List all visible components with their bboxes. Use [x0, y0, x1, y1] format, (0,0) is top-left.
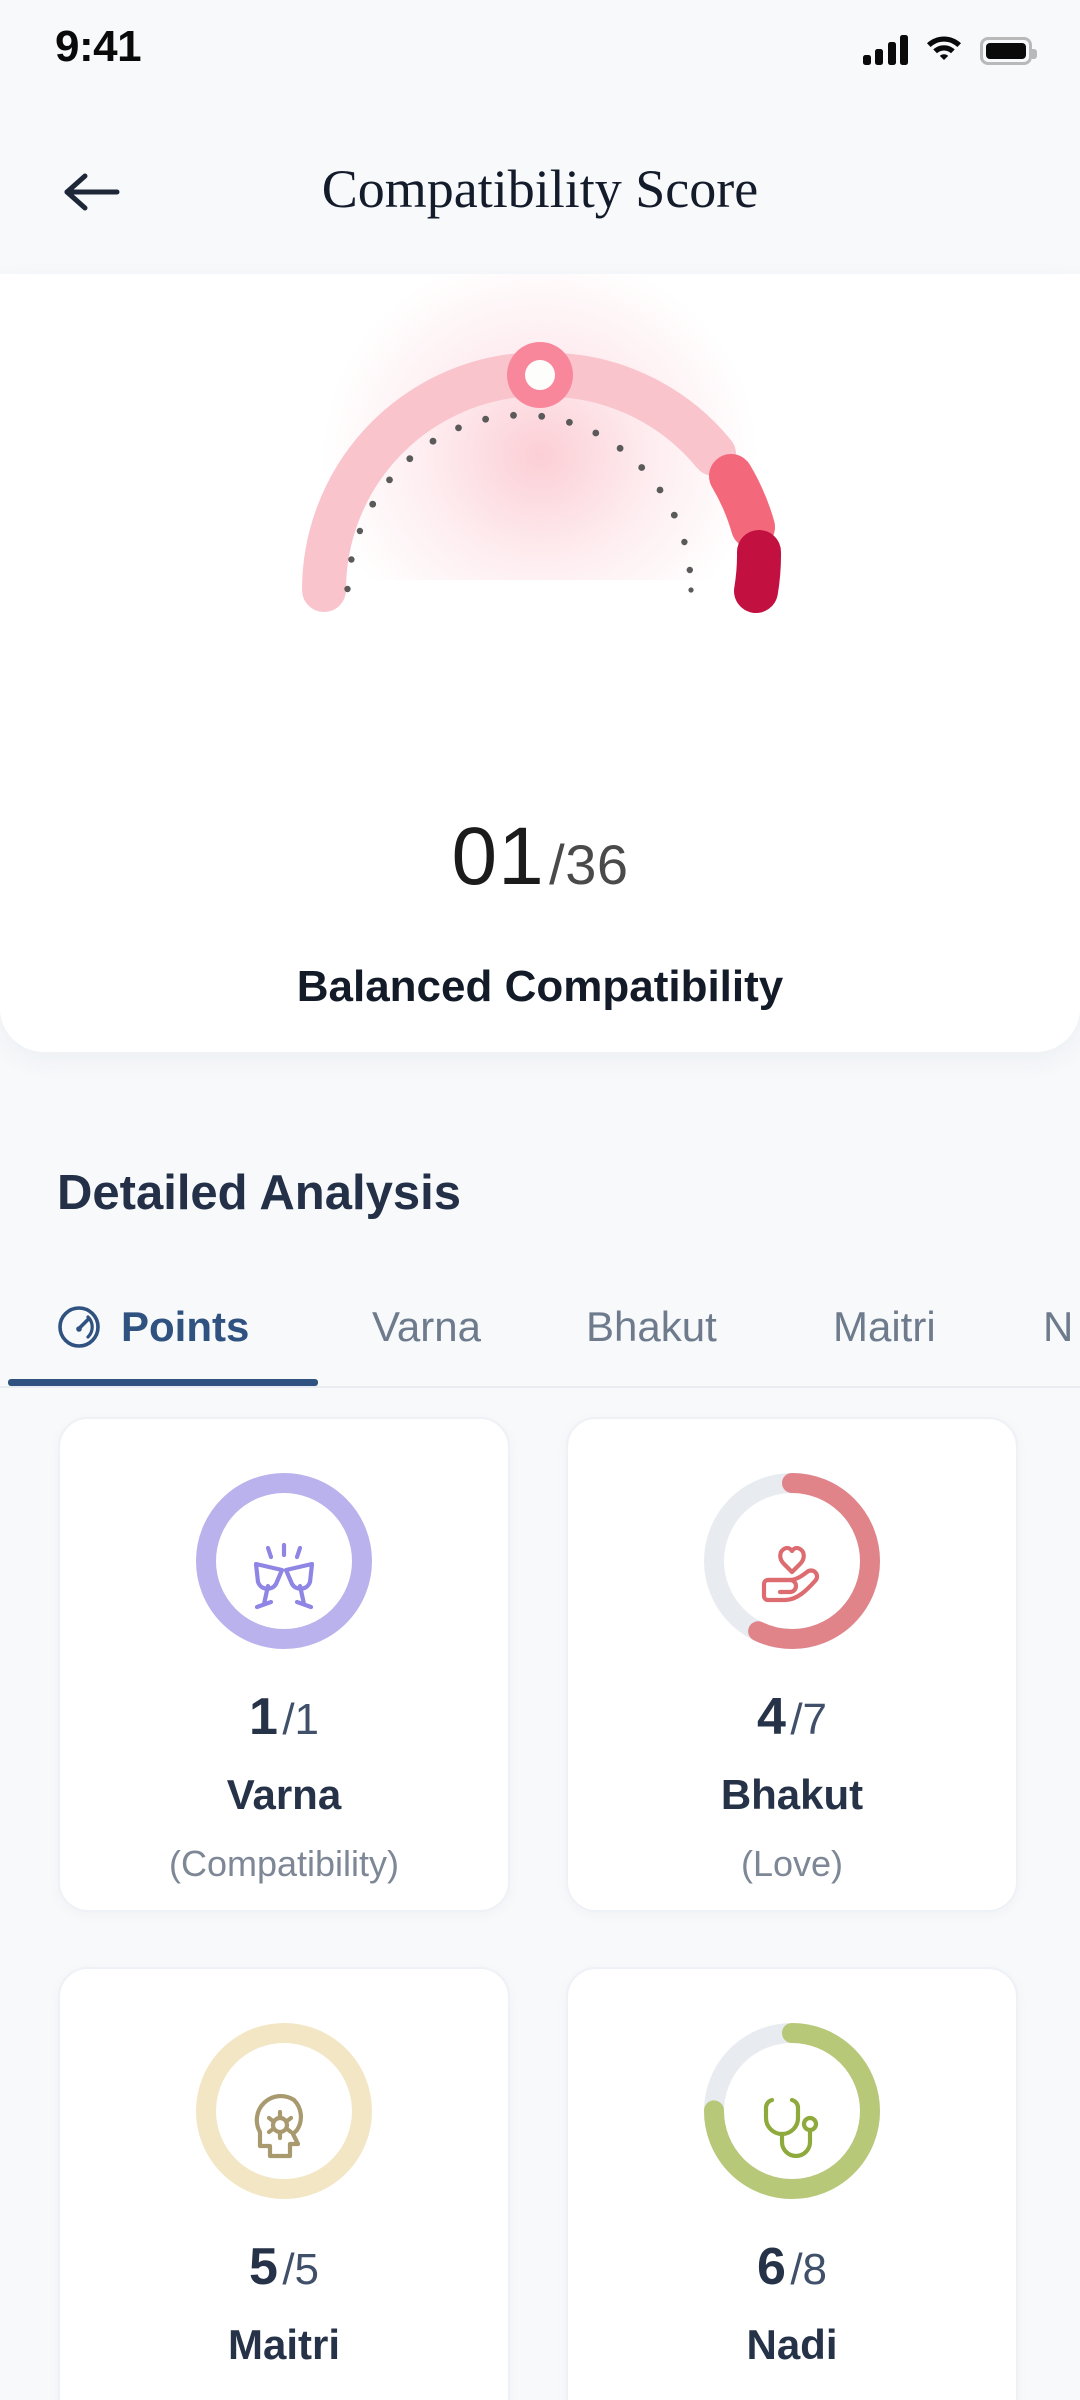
metric-card-maitri[interactable]: 5 /5 Maitri (Mental Compatibility) — [58, 1967, 510, 2400]
maitri-score-max: /5 — [282, 2245, 320, 2294]
battery-full-icon — [980, 37, 1037, 65]
varna-score-value: 1 — [248, 1688, 278, 1746]
tab-nadi[interactable]: N — [1043, 1268, 1073, 1386]
bhakut-name: Bhakut — [720, 1771, 864, 1818]
gauge-segment-4 — [734, 530, 781, 613]
page-title: Compatibility Score — [321, 159, 759, 219]
tab-points-label: Points — [121, 1303, 250, 1350]
app-screen: 9:41 Compatibility Score 01 /36 Balanced… — [0, 0, 1080, 2400]
tab-points[interactable]: Points — [55, 1268, 249, 1386]
tab-maitri-label: Maitri — [833, 1303, 936, 1350]
bhakut-score: 4 /7 — [568, 1687, 1016, 1747]
score-value: 01 — [451, 811, 545, 902]
cellular-signal-icon — [862, 35, 908, 65]
cheers-glasses-icon — [238, 1532, 330, 1624]
metric-card-nadi[interactable]: 6 /8 Nadi (Health) — [566, 1967, 1018, 2400]
maitri-score: 5 /5 — [60, 2237, 508, 2297]
bhakut-score-value: 4 — [756, 1688, 786, 1746]
wifi-icon — [923, 30, 965, 65]
tab-bhakut[interactable]: Bhakut — [586, 1268, 717, 1386]
nadi-score: 6 /8 — [568, 2237, 1016, 2297]
speedometer-icon — [55, 1303, 103, 1351]
nadi-subtitle: (Health) — [568, 2393, 1016, 2400]
gauge-segment-2 — [537, 353, 736, 476]
tab-bhakut-label: Bhakut — [586, 1303, 717, 1350]
varna-score-max: /1 — [282, 1695, 320, 1744]
metric-card-bhakut[interactable]: 4 /7 Bhakut (Love) — [566, 1417, 1018, 1912]
head-gear-icon — [238, 2082, 330, 2174]
nadi-score-max: /8 — [790, 2245, 828, 2294]
score-readout: 01 /36 — [0, 810, 1080, 904]
status-bar: 9:41 — [0, 0, 1080, 105]
maitri-subtitle: (Mental Compatibility) — [60, 2393, 508, 2400]
bhakut-subtitle: (Love) — [740, 1843, 844, 1884]
gauge-segment-3 — [709, 454, 775, 549]
tab-maitri[interactable]: Maitri — [833, 1268, 936, 1386]
detailed-analysis-heading: Detailed Analysis — [57, 1166, 461, 1220]
compatibility-score-card: 01 /36 Balanced Compatibility A good mix… — [0, 274, 1080, 1052]
gauge-container — [0, 274, 1080, 670]
maitri-name: Maitri — [227, 2321, 340, 2368]
heart-in-hand-icon — [746, 1532, 838, 1624]
nav-header: Compatibility Score — [0, 140, 1080, 245]
active-tab-indicator — [8, 1379, 318, 1386]
score-label: Balanced Compatibility — [296, 962, 784, 1011]
nadi-score-value: 6 — [756, 2238, 786, 2296]
status-bar-indicators — [862, 30, 1037, 65]
gauge-knob[interactable] — [507, 342, 573, 408]
tab-varna[interactable]: Varna — [372, 1268, 481, 1386]
maitri-score-value: 5 — [248, 2238, 278, 2296]
bhakut-score-max: /7 — [790, 1695, 828, 1744]
stethoscope-icon — [746, 2082, 838, 2174]
varna-name: Varna — [226, 1771, 342, 1818]
metric-card-grid: 1 /1 Varna (Compatibility) 4 /7 Bhakut (… — [58, 1417, 1024, 2400]
nadi-name: Nadi — [746, 2321, 838, 2368]
metric-card-varna[interactable]: 1 /1 Varna (Compatibility) — [58, 1417, 510, 1912]
varna-subtitle: (Compatibility) — [168, 1843, 400, 1884]
varna-score: 1 /1 — [60, 1687, 508, 1747]
score-max: /36 — [549, 833, 629, 896]
analysis-tabs: Points Varna Bhakut Maitri N — [0, 1268, 1080, 1388]
compatibility-gauge[interactable] — [280, 290, 800, 620]
tab-varna-label: Varna — [372, 1303, 481, 1350]
status-bar-time: 9:41 — [55, 22, 142, 71]
tab-nadi-label: N — [1043, 1303, 1074, 1350]
